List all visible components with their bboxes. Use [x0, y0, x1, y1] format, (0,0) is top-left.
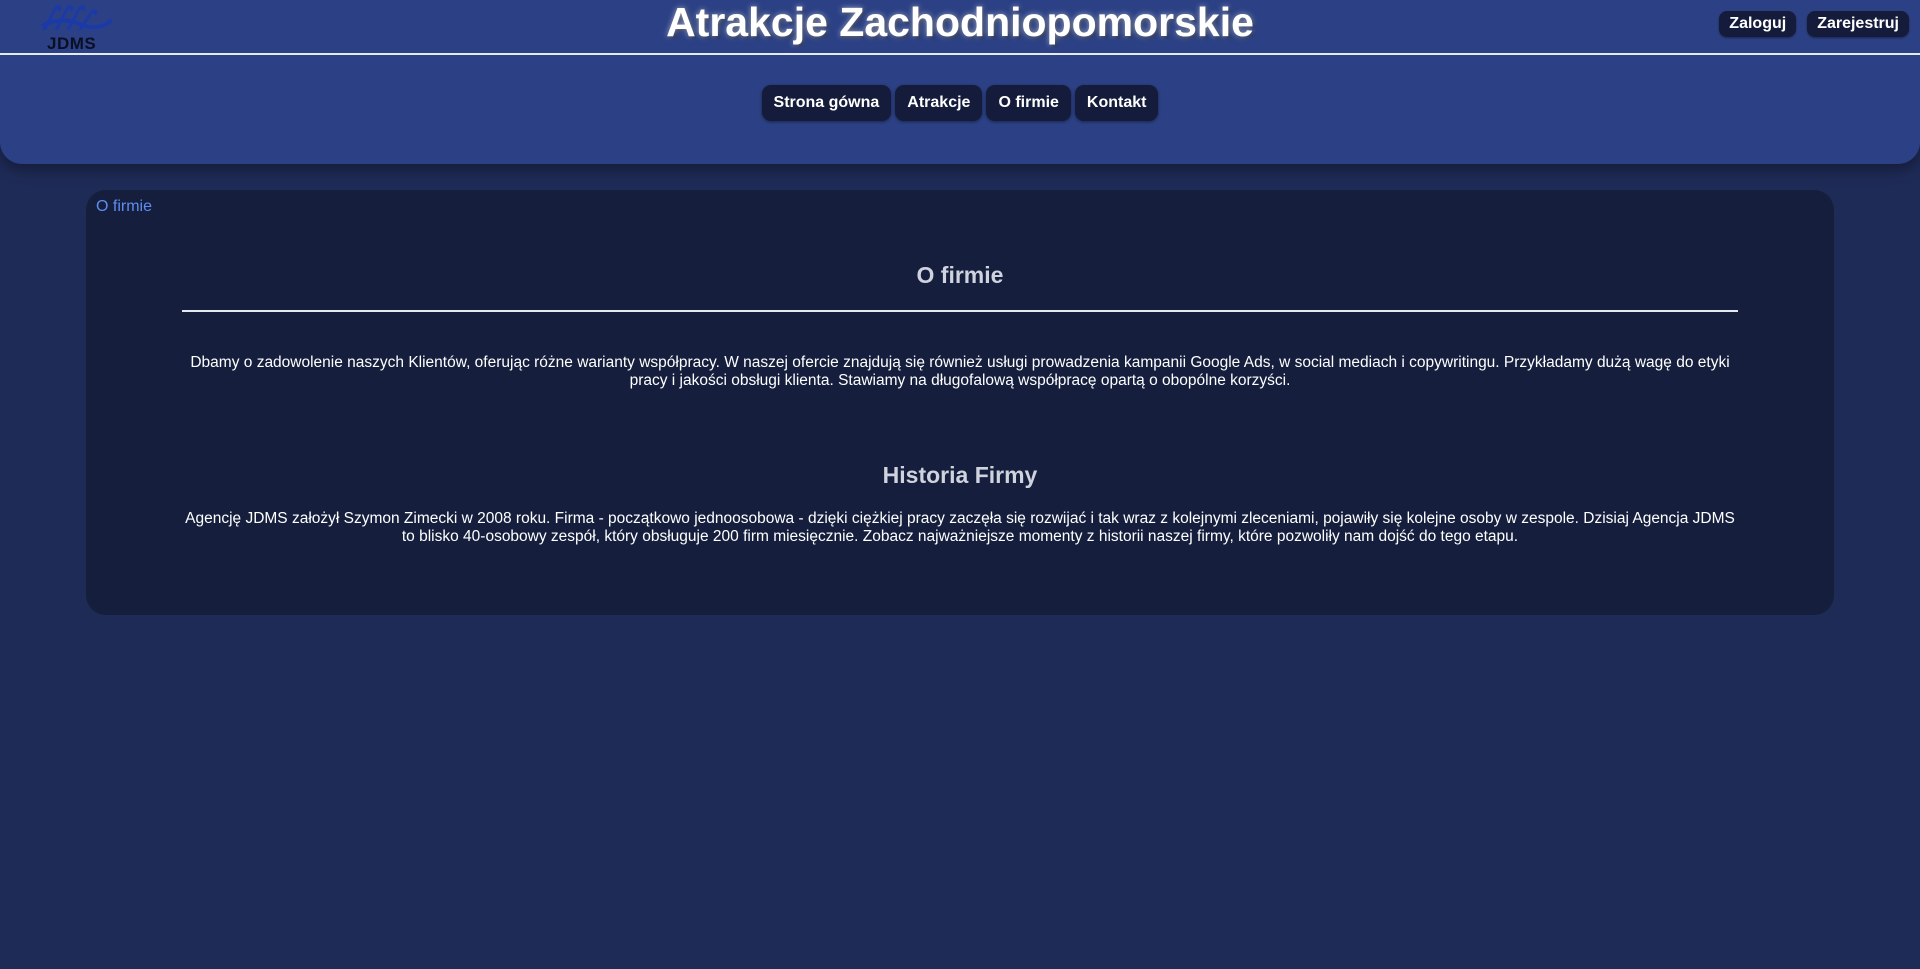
main-nav: Strona gówna Atrakcje O firmie Kontakt: [0, 85, 1920, 121]
register-button[interactable]: Zarejestruj: [1807, 11, 1909, 37]
nav-item-attractions[interactable]: Atrakcje: [895, 85, 983, 121]
auth-buttons: Zaloguj Zarejestruj: [1719, 11, 1909, 37]
section-title-about: O firmie: [916, 262, 1004, 288]
nav-item-contact[interactable]: Kontakt: [1074, 85, 1159, 121]
about-paragraph: Dbamy o zadowolenie naszych Klientów, of…: [190, 354, 1730, 389]
login-button[interactable]: Zaloguj: [1719, 11, 1797, 37]
nav-item-home[interactable]: Strona gówna: [761, 85, 892, 121]
history-paragraph: Agencję JDMS założył Szymon Zimecki w 20…: [185, 510, 1735, 545]
section-title-history: Historia Firmy: [882, 462, 1038, 488]
site-header: JDMS Atrakcje Zachodniopomorskie Zaloguj…: [0, 0, 1920, 164]
breadcrumb[interactable]: O firmie: [96, 198, 152, 216]
page: JDMS Atrakcje Zachodniopomorskie Zaloguj…: [0, 0, 1920, 969]
content-card: O firmie O firmie Dbamy o zadowolenie na…: [86, 190, 1834, 615]
nav-item-about[interactable]: O firmie: [986, 85, 1071, 121]
site-title: Atrakcje Zachodniopomorskie: [666, 0, 1254, 45]
section-divider: [182, 310, 1738, 312]
header-divider: [0, 53, 1920, 55]
